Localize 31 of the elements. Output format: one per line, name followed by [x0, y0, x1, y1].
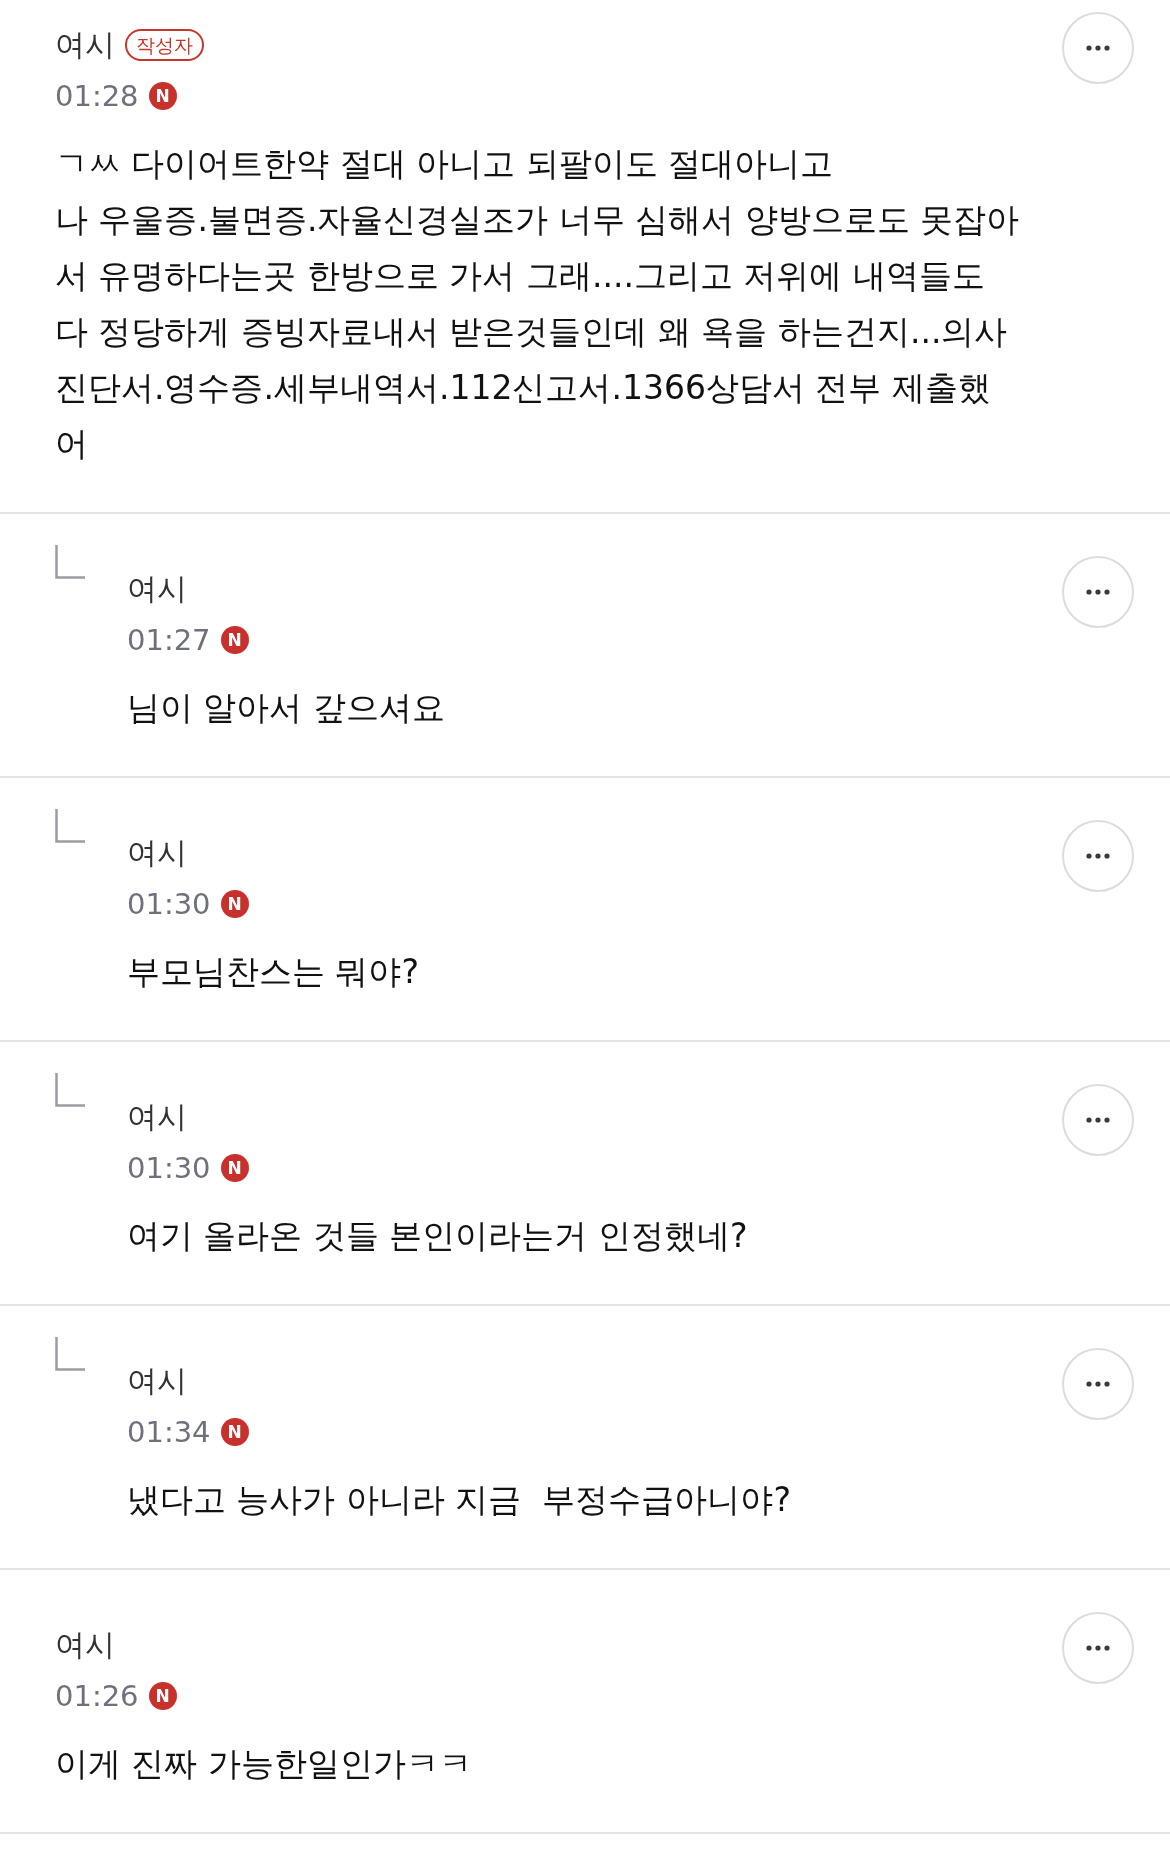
new-badge: N — [220, 890, 249, 918]
comment-text: 냈다고 능사가 아니라 지금 부정수급아니야? — [127, 1479, 792, 1521]
comment-time: 01:30 — [127, 1150, 211, 1187]
comment-time: 01:27 — [127, 622, 211, 659]
new-badge: N — [148, 82, 177, 110]
author-name: 여시 — [127, 1362, 187, 1400]
more-icon — [1086, 589, 1110, 595]
comment-text: ㄱㅆ 다이어트한약 절대 아니고 되팔이도 절대아니고 나 우울증.불면증.자율신경실조가 너무 심해서 양방으로도 못잡아 서 유명하다는곳 한방으로 가서 그래....그리고 저위에 내역들도 다 정당하게 증빙자료내서 받은것들인데 왜 욕을 하는건지...의사 진단서.영수증.세부내역서.112신고서.1366상담서 전부 제출했 어 — [55, 143, 1021, 465]
comment-time: 01:34 — [127, 1414, 211, 1451]
author-name: 여시 — [127, 1098, 187, 1136]
comment-text: 부모님찬스는 뭐야? — [127, 951, 420, 993]
author-name: 여시 — [127, 570, 187, 608]
new-badge: N — [148, 1682, 177, 1710]
new-badge: N — [220, 1154, 249, 1182]
comment-time: 01:26 — [55, 1678, 139, 1715]
more-icon — [1086, 1117, 1110, 1123]
comment-text: 여기 올라온 것들 본인이라는거 인정했네? — [127, 1215, 749, 1257]
comment-text: 이게 진짜 가능한일인가ㅋㅋ — [55, 1743, 473, 1785]
more-icon — [1086, 853, 1110, 859]
author-name: 여시 — [55, 1626, 115, 1664]
new-badge: N — [220, 1418, 249, 1446]
comment-text: 님이 알아서 갚으셔요 — [127, 687, 446, 729]
author-name: 여시 — [127, 834, 187, 872]
comment-time: 01:30 — [127, 886, 211, 923]
more-icon — [1086, 1381, 1110, 1387]
author-name: 여시 — [55, 26, 115, 64]
more-icon — [1086, 45, 1110, 51]
more-icon — [1086, 1645, 1110, 1651]
comment-time: 01:28 — [55, 78, 139, 115]
new-badge: N — [220, 626, 249, 654]
author-tag: 작성자 — [125, 29, 204, 61]
